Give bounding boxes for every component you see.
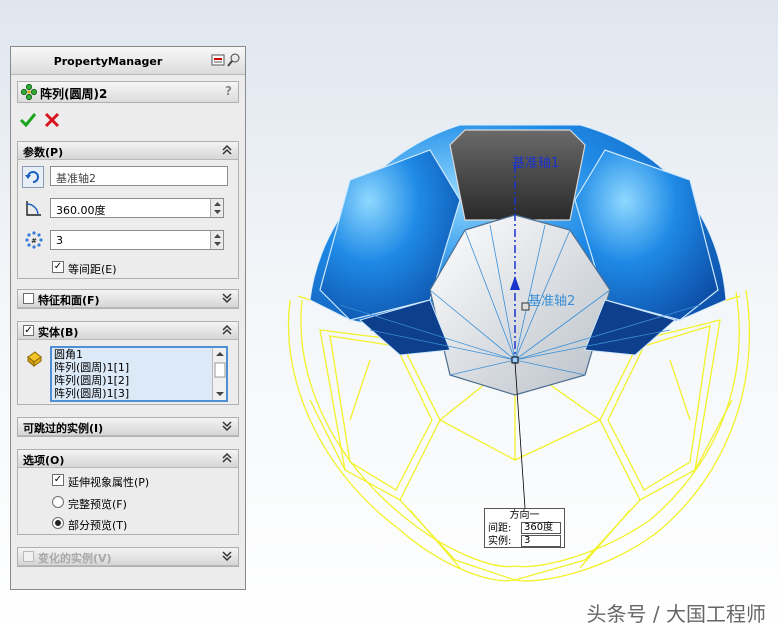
- feature-name: 阵列(圆周)2: [40, 87, 108, 101]
- list-item[interactable]: 阵列(圆周)1[2]: [52, 374, 226, 387]
- parameters-group-title: 参数(P): [23, 146, 64, 159]
- list-item[interactable]: 圆角1: [52, 348, 226, 361]
- cancel-button[interactable]: [43, 111, 61, 129]
- options-group-header[interactable]: 选项(O): [18, 450, 238, 468]
- axis1-label[interactable]: 基准轴1: [512, 152, 559, 171]
- callout-spacing-label: 间距:: [488, 523, 512, 534]
- full-preview-radio[interactable]: [52, 496, 64, 508]
- options-group-title: 选项(O): [23, 454, 65, 467]
- direction-callout[interactable]: 方向一 间距: 360度 实例: 3: [484, 508, 565, 548]
- scrollbar-arrows-icon: [214, 352, 226, 396]
- property-manager-panel: PropertyManager 阵列(圆周)2 ? 参数(P) 基准轴2 360…: [10, 46, 246, 590]
- callout-spacing-value[interactable]: 360度: [521, 522, 561, 534]
- feature-title-bar: 阵列(圆周)2 ?: [17, 81, 239, 103]
- skip-instances-group-title: 可跳过的实例(I): [23, 422, 104, 435]
- graphics-viewport[interactable]: 基准轴1 基准轴2 方向一 间距: 360度 实例: 3: [250, 0, 778, 637]
- options-group: 选项(O) ✓ 延伸视象属性(P) 完整预览(F) 部分预览(T): [17, 449, 239, 535]
- chevron-down-icon[interactable]: [220, 419, 234, 433]
- bodies-list-scrollbar[interactable]: [212, 348, 226, 400]
- bodies-list[interactable]: 圆角1 阵列(圆周)1[1] 阵列(圆周)1[2] 阵列(圆周)1[3]: [50, 346, 228, 402]
- chevron-down-icon[interactable]: [220, 291, 234, 305]
- features-faces-group: 特征和面(F): [17, 289, 239, 309]
- varied-instances-group-header: 变化的实例(V): [18, 548, 238, 566]
- extend-visual-label: 延伸视象属性(P): [68, 476, 150, 489]
- help-button[interactable]: ?: [225, 84, 232, 98]
- svg-text:#: #: [31, 237, 37, 245]
- axis-field[interactable]: 基准轴2: [50, 166, 228, 186]
- chevron-down-icon: [222, 551, 232, 562]
- callout-count-value[interactable]: 3: [521, 535, 561, 547]
- property-manager-title: PropertyManager: [53, 55, 163, 68]
- list-item[interactable]: 阵列(圆周)1[3]: [52, 387, 226, 400]
- ok-button[interactable]: [19, 111, 37, 129]
- angle-spinner[interactable]: [210, 199, 223, 217]
- partial-preview-radio[interactable]: [52, 517, 64, 529]
- full-preview-label: 完整预览(F): [68, 498, 127, 511]
- skip-instances-group-header[interactable]: 可跳过的实例(I): [18, 418, 238, 436]
- list-item[interactable]: 阵列(圆周)1[1]: [52, 361, 226, 374]
- varied-instances-group-title: 变化的实例(V): [38, 552, 112, 565]
- bodies-group: ✓ 实体(B) 圆角1 阵列(圆周)1[1] 阵列(圆周)1[2] 阵列(圆周)…: [17, 321, 239, 405]
- watermark-text: 头条号 / 大国工程师: [586, 602, 766, 626]
- varied-instances-checkbox: [23, 551, 34, 562]
- parameters-group-header[interactable]: 参数(P): [18, 142, 238, 160]
- equal-spacing-label: 等间距(E): [68, 263, 117, 276]
- chevron-up-icon[interactable]: [220, 451, 234, 465]
- features-faces-group-header[interactable]: 特征和面(F): [18, 290, 238, 308]
- solid-body-icon: [27, 351, 42, 368]
- partial-preview-label: 部分预览(T): [68, 519, 128, 532]
- pin-icon[interactable]: [211, 53, 225, 67]
- property-manager-header: PropertyManager: [11, 47, 245, 75]
- bodies-group-title: 实体(B): [38, 326, 79, 339]
- axis-direction-icon[interactable]: [22, 166, 44, 188]
- skip-instances-group: 可跳过的实例(I): [17, 417, 239, 437]
- varied-instances-group: 变化的实例(V): [17, 547, 239, 567]
- angle-icon: [26, 201, 41, 216]
- search-icon[interactable]: [227, 53, 241, 67]
- instances-icon: #: [25, 231, 43, 249]
- callout-count-label: 实例:: [488, 536, 512, 547]
- spinner-arrows-icon: [214, 234, 221, 246]
- features-faces-checkbox[interactable]: [23, 293, 34, 304]
- parameters-group: 参数(P) 基准轴2 360.00度 # 3 ✓ 等间距(E): [17, 141, 239, 279]
- chevron-up-icon[interactable]: [220, 323, 234, 337]
- axis2-label[interactable]: 基准轴2: [528, 290, 575, 309]
- bodies-checkbox[interactable]: ✓: [23, 325, 34, 336]
- equal-spacing-checkbox[interactable]: ✓: [52, 261, 64, 273]
- circular-pattern-icon: [21, 84, 37, 100]
- bodies-group-header[interactable]: ✓ 实体(B): [18, 322, 238, 340]
- callout-title: 方向一: [509, 510, 540, 521]
- chevron-up-icon[interactable]: [220, 143, 234, 157]
- angle-input[interactable]: 360.00度: [50, 198, 224, 218]
- extend-visual-checkbox[interactable]: ✓: [52, 474, 64, 486]
- spinner-arrows-icon: [214, 202, 221, 214]
- instances-input[interactable]: 3: [50, 230, 224, 250]
- features-faces-group-title: 特征和面(F): [38, 294, 100, 307]
- instances-spinner[interactable]: [210, 231, 223, 249]
